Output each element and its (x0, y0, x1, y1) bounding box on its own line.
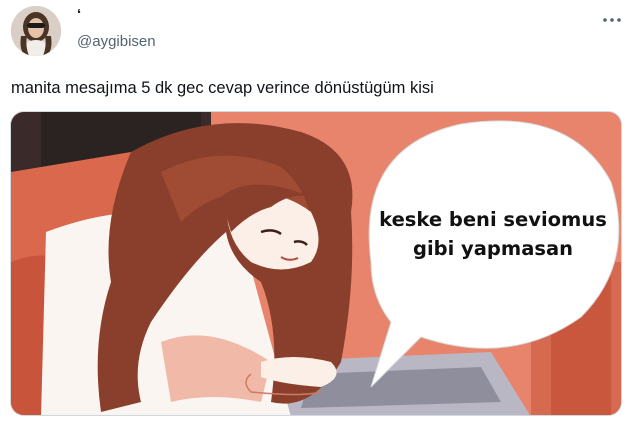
author-display-name[interactable]: ‘ (77, 6, 81, 24)
tweet-media-image[interactable]: keske beni seviomus gibi yapmasan (10, 111, 622, 416)
tweet-card: ‘ @aygibisen manita mesajıma 5 dk gec ce… (0, 0, 635, 427)
more-options-button[interactable] (599, 10, 625, 30)
tweet-text: manita mesajıma 5 dk gec cevap verince d… (11, 79, 434, 97)
speech-bubble-line-1: keske beni seviomus (379, 208, 607, 231)
user-avatar[interactable] (11, 6, 61, 56)
speech-bubble-text: keske beni seviomus gibi yapmasan (359, 205, 621, 263)
avatar-photo (11, 6, 61, 56)
speech-bubble-line-2: gibi yapmasan (412, 237, 574, 260)
more-dots-icon (603, 18, 621, 22)
meme-illustration (11, 112, 621, 415)
author-handle[interactable]: @aygibisen (77, 33, 156, 51)
